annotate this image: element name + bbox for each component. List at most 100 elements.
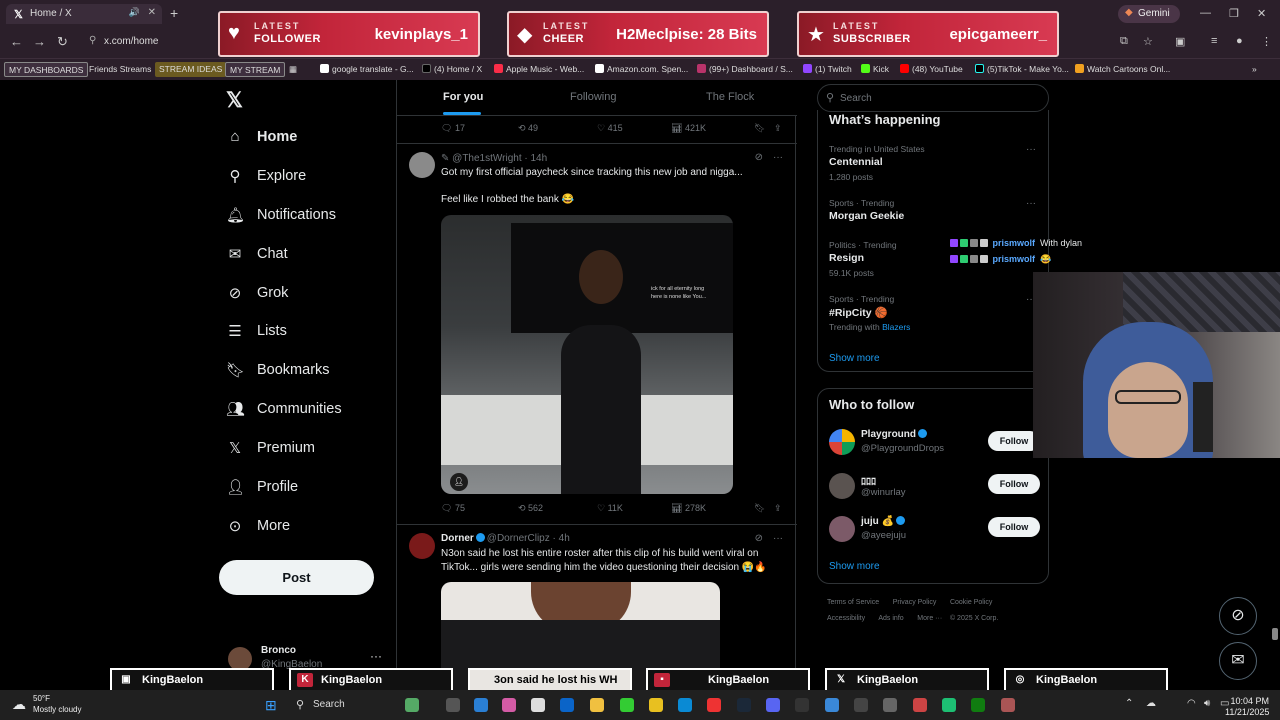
- back-icon[interactable]: ←: [10, 34, 23, 49]
- obs-icon[interactable]: [883, 698, 897, 712]
- tab-following[interactable]: Following: [570, 91, 616, 103]
- follow-button[interactable]: Follow: [988, 474, 1040, 494]
- xbox-icon[interactable]: [620, 698, 634, 712]
- like-button[interactable]: ♡ 415: [597, 123, 623, 134]
- windows-start-icon[interactable]: ⊞: [265, 698, 279, 712]
- grok-icon[interactable]: ⊘: [755, 152, 763, 163]
- repost-button[interactable]: ⟲ 49: [518, 123, 538, 134]
- avatar[interactable]: [409, 533, 435, 559]
- task-view-icon[interactable]: [446, 698, 460, 712]
- grok-icon[interactable]: ⊘: [755, 533, 763, 544]
- bookmark-item[interactable]: google translate - G...: [316, 62, 418, 77]
- tweet-name[interactable]: Dorner: [441, 533, 474, 544]
- browser-tab[interactable]: 𝕏 Home / X 🔊 ✕: [6, 4, 162, 24]
- reload-icon[interactable]: ↻: [57, 34, 68, 50]
- wifi-icon[interactable]: ◠: [1187, 698, 1196, 709]
- install-icon[interactable]: ⧉: [1120, 35, 1128, 48]
- address-bar[interactable]: x.com/home: [86, 32, 216, 52]
- views-count[interactable]: 📊︎ 278K: [671, 503, 706, 514]
- close-tab-icon[interactable]: ✕: [148, 7, 156, 18]
- trend-name[interactable]: Resign: [829, 252, 864, 264]
- cloud-icon[interactable]: ☁: [1146, 698, 1156, 709]
- bookmark-item[interactable]: STREAM IDEAS: [155, 62, 227, 77]
- bookmark-item[interactable]: Kick: [857, 62, 893, 77]
- app-icon[interactable]: [942, 698, 956, 712]
- more-bookmarks-icon[interactable]: »: [1248, 62, 1261, 77]
- follow-name[interactable]: juju 💰: [861, 516, 907, 527]
- follow-button[interactable]: Follow: [988, 517, 1040, 537]
- app-icon[interactable]: [474, 698, 488, 712]
- more-dots-icon[interactable]: ···: [773, 533, 783, 544]
- app-icon[interactable]: [825, 698, 839, 712]
- bookmark-item[interactable]: (4) Home / X: [418, 62, 486, 77]
- clock[interactable]: 10:04 PM 11/21/2025: [1225, 696, 1269, 718]
- extension-icon[interactable]: ▣: [1175, 35, 1185, 48]
- accessibility-link[interactable]: Accessibility: [827, 615, 865, 622]
- grok-float-button[interactable]: ⊘: [1219, 597, 1257, 635]
- widgets-icon[interactable]: [405, 698, 419, 712]
- show-more-link[interactable]: Show more: [829, 561, 880, 572]
- tweet-time[interactable]: 4h: [559, 533, 570, 544]
- bookmark-item[interactable]: MY DASHBOARDS: [4, 62, 89, 77]
- follow-name[interactable]: Playground: [861, 429, 929, 440]
- cookie-link[interactable]: Cookie Policy: [950, 599, 992, 606]
- search-input[interactable]: Search: [817, 84, 1049, 112]
- more-dots-icon[interactable]: ···: [1026, 198, 1036, 209]
- outlook-icon[interactable]: [560, 698, 574, 712]
- avatar[interactable]: [829, 516, 855, 542]
- tweet-video[interactable]: ick for all eternity long here is none l…: [441, 215, 733, 494]
- profile-avatar-icon[interactable]: ●: [1236, 35, 1243, 47]
- menu-dots-icon[interactable]: ⋮: [1261, 35, 1272, 48]
- app-icon[interactable]: [1001, 698, 1015, 712]
- more-dots-icon[interactable]: ···: [773, 152, 783, 163]
- terms-link[interactable]: Terms of Service: [827, 599, 879, 606]
- volume-icon[interactable]: 🔊︎: [1204, 698, 1210, 709]
- ads-info-link[interactable]: Ads info: [878, 615, 903, 622]
- app-icon[interactable]: [531, 698, 545, 712]
- bookmark-item[interactable]: (1) Twitch: [799, 62, 856, 77]
- follow-name[interactable]: ﾛﾛﾛ: [861, 473, 876, 488]
- bookmark-item[interactable]: (48) YouTube: [896, 62, 967, 77]
- scrollbar[interactable]: [1272, 628, 1278, 640]
- bookmark-item[interactable]: Watch Cartoons Onl...: [1071, 62, 1174, 77]
- avatar[interactable]: [829, 429, 855, 455]
- trend-name[interactable]: Centennial: [829, 156, 883, 168]
- app-icon[interactable]: [913, 698, 927, 712]
- playlist-icon[interactable]: ≡: [1211, 35, 1217, 47]
- post-button[interactable]: Post: [219, 560, 374, 595]
- reply-button[interactable]: 🗨︎ 75: [441, 503, 465, 514]
- avatar[interactable]: [409, 152, 435, 178]
- video-user-icon[interactable]: 👤︎: [450, 473, 468, 491]
- more-link[interactable]: More ···: [917, 615, 942, 622]
- trend-name[interactable]: Morgan Geekie: [829, 210, 904, 222]
- bookmark-icon[interactable]: 🔖︎: [754, 503, 765, 514]
- chrome-icon[interactable]: [707, 698, 721, 712]
- copilot-icon[interactable]: [502, 698, 516, 712]
- bookmark-item[interactable]: Apple Music - Web...: [490, 62, 588, 77]
- trend-name[interactable]: #RipCity 🏀: [829, 306, 888, 319]
- bookmark-item[interactable]: (5)TikTok - Make Yo...: [971, 62, 1073, 77]
- bookmark-item[interactable]: (99+) Dashboard / S...: [693, 62, 797, 77]
- privacy-link[interactable]: Privacy Policy: [893, 599, 937, 606]
- gemini-button[interactable]: Gemini: [1118, 5, 1180, 23]
- speaker-icon[interactable]: 🔊: [129, 7, 140, 18]
- edge-icon[interactable]: [678, 698, 692, 712]
- messages-float-button[interactable]: ✉: [1219, 642, 1257, 680]
- sticky-notes-icon[interactable]: [649, 698, 663, 712]
- more-dots-icon[interactable]: ···: [1026, 144, 1036, 155]
- xbox-app-icon[interactable]: [971, 698, 985, 712]
- new-tab-button[interactable]: +: [170, 5, 178, 21]
- tweet-handle[interactable]: @DornerClipz: [487, 533, 550, 544]
- tab-the-flock[interactable]: The Flock: [706, 91, 754, 103]
- forward-icon[interactable]: →: [33, 34, 46, 49]
- steam-icon[interactable]: [737, 698, 751, 712]
- bookmark-item[interactable]: Amazon.com. Spen...: [591, 62, 692, 77]
- bookmark-star-icon[interactable]: ☆: [1143, 35, 1153, 48]
- epic-games-icon[interactable]: [795, 698, 809, 712]
- tray-overflow-icon[interactable]: ⌃: [1125, 698, 1133, 709]
- discord-icon[interactable]: [766, 698, 780, 712]
- more-dots-icon[interactable]: ···: [370, 649, 382, 663]
- taskbar-search[interactable]: Search: [313, 699, 345, 710]
- capcut-icon[interactable]: [854, 698, 868, 712]
- views-count[interactable]: 📊︎ 421K: [671, 123, 706, 134]
